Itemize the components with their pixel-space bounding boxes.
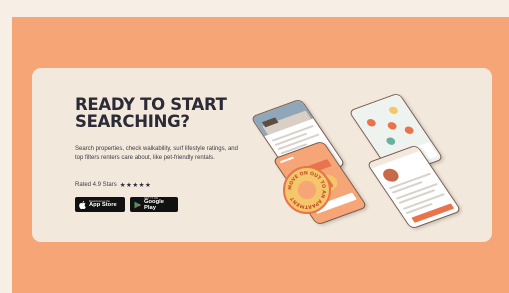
phone-mockups <box>250 82 484 238</box>
app-store-button[interactable]: Download on the App Store <box>75 197 125 212</box>
google-play-label: Google Play <box>144 199 164 211</box>
google-play-small-text: GET IT ON <box>144 196 158 201</box>
app-store-label: App Store <box>89 202 117 208</box>
google-play-button[interactable]: GET IT ON Google Play <box>130 197 178 212</box>
phone-profile-mockup <box>366 144 462 230</box>
app-store-text: Download on the App Store <box>89 200 117 209</box>
promo-card: READY TO START SEARCHING? Search propert… <box>32 68 492 242</box>
promo-headline: READY TO START SEARCHING? <box>75 96 265 130</box>
headline-line-1: READY TO START <box>75 95 227 114</box>
rating-stars: ★★★★★ <box>119 182 152 189</box>
google-play-text: GET IT ON Google Play <box>144 197 174 211</box>
top-strip <box>0 0 509 17</box>
move-out-badge: MOVE ON OUT TO AN APARTMENT <box>283 166 331 214</box>
google-play-icon <box>134 201 141 209</box>
promo-description: Search properties, check walkability, su… <box>75 146 238 161</box>
badge-ring-text: MOVE ON OUT TO AN APARTMENT <box>287 170 326 209</box>
apple-icon <box>79 200 86 209</box>
headline-line-2: SEARCHING? <box>75 112 190 131</box>
app-store-small-text: Download on the <box>89 199 110 204</box>
rating-row: Rated 4.9 Stars ★★★★★ <box>75 181 151 189</box>
rating-label: Rated 4.9 Stars <box>75 182 117 188</box>
